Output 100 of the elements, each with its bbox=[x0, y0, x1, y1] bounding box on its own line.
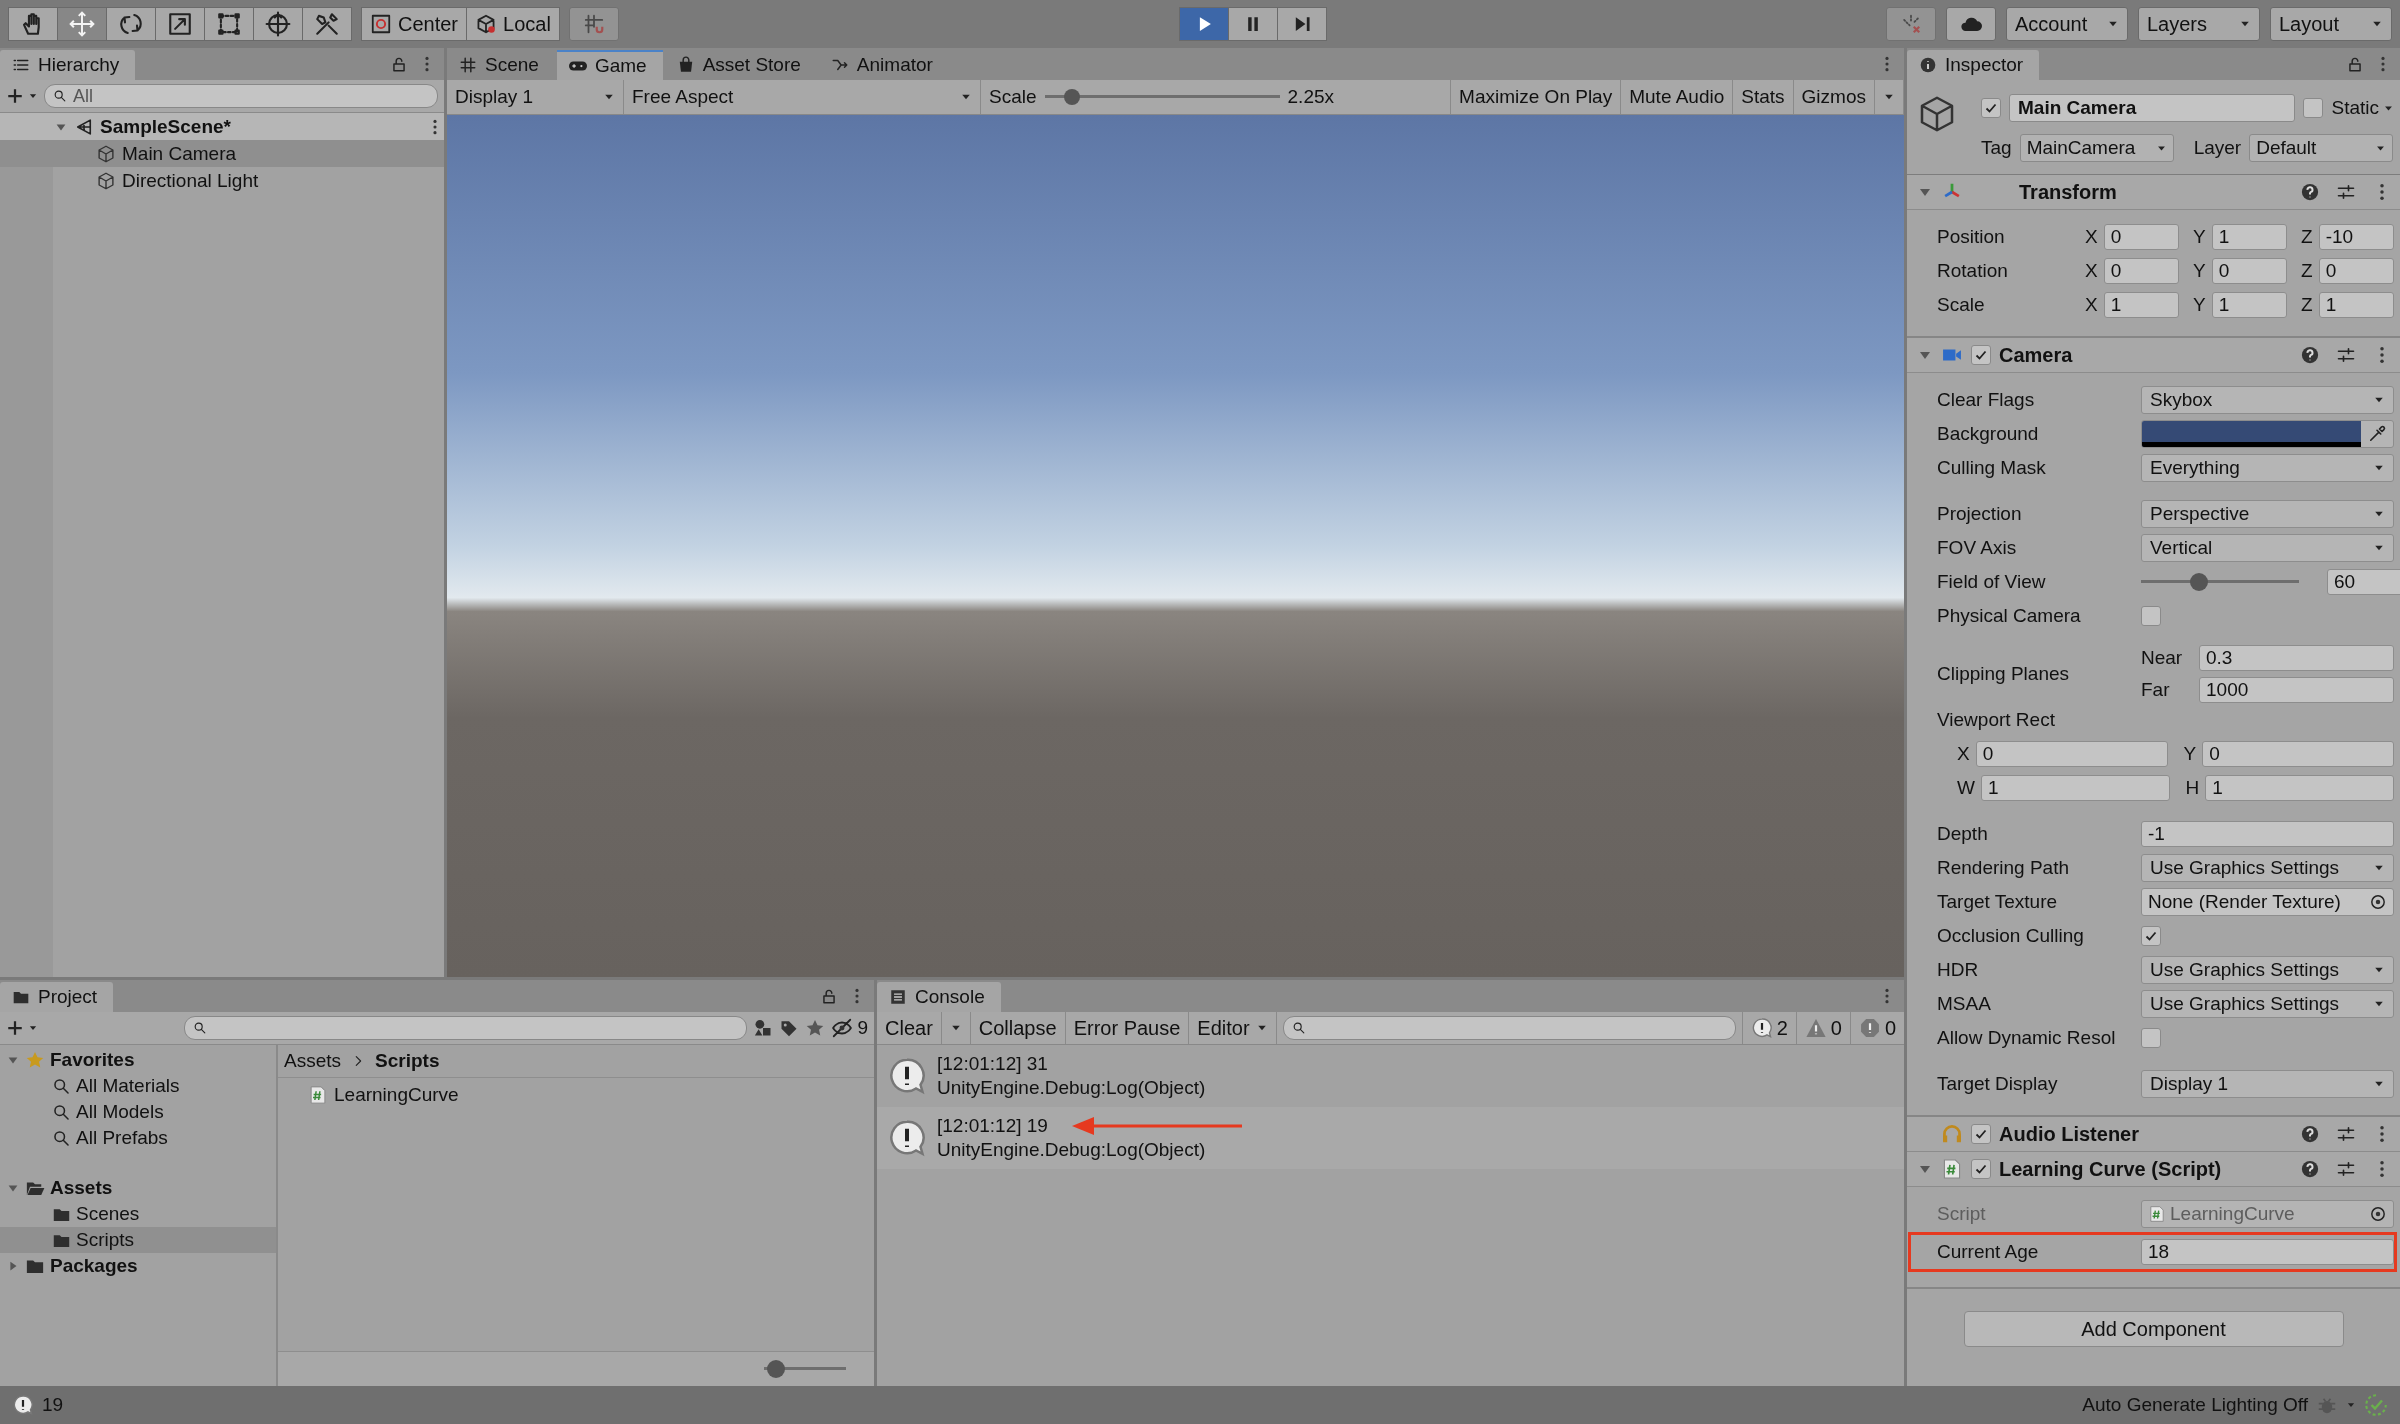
tab[interactable]: Animator bbox=[818, 50, 949, 80]
static-dropdown[interactable]: Static bbox=[2331, 97, 2394, 119]
help-icon[interactable] bbox=[2300, 1124, 2320, 1144]
lock-icon[interactable] bbox=[390, 55, 408, 73]
tool-button[interactable] bbox=[57, 7, 107, 41]
dropdown[interactable]: Vertical bbox=[2141, 534, 2394, 562]
sliders-icon[interactable] bbox=[2336, 1159, 2356, 1179]
number-field[interactable]: 0.3 bbox=[2199, 645, 2394, 671]
panel-tab[interactable]: Project bbox=[0, 982, 114, 1012]
tab[interactable]: Game bbox=[556, 50, 663, 80]
checkbox[interactable] bbox=[2141, 606, 2161, 626]
eye-slash-icon[interactable] bbox=[831, 1017, 854, 1039]
toggle-button[interactable]: Stats bbox=[1733, 80, 1794, 114]
number-field[interactable]: 1 bbox=[2205, 775, 2394, 801]
dropdown[interactable]: Skybox bbox=[2141, 386, 2394, 414]
menu-dropdown[interactable]: Account bbox=[2006, 7, 2128, 41]
panel-tab[interactable]: Hierarchy bbox=[0, 50, 136, 80]
number-field[interactable]: 0 bbox=[2103, 224, 2180, 250]
help-icon[interactable] bbox=[2300, 1159, 2320, 1179]
target-icon[interactable] bbox=[2369, 893, 2387, 911]
number-field[interactable]: 1 bbox=[1980, 775, 2170, 801]
step-button[interactable] bbox=[1276, 7, 1327, 41]
tree-item[interactable]: All Materials bbox=[0, 1073, 276, 1099]
shapes-icon[interactable] bbox=[753, 1018, 774, 1038]
number-field[interactable]: 18 bbox=[2141, 1239, 2394, 1265]
number-field[interactable]: 0 bbox=[2318, 258, 2394, 284]
tree-item[interactable]: Main Camera bbox=[0, 140, 444, 167]
number-field[interactable]: 1 bbox=[2211, 292, 2288, 318]
tree-item[interactable]: Scenes bbox=[0, 1201, 276, 1227]
star-icon[interactable] bbox=[805, 1018, 826, 1038]
menu-dropdown[interactable]: Layers bbox=[2138, 7, 2260, 41]
sliders-icon[interactable] bbox=[2336, 345, 2356, 365]
number-field[interactable]: 0 bbox=[2202, 741, 2394, 767]
tree-item[interactable]: Directional Light bbox=[0, 167, 444, 194]
toolbar-button[interactable]: Collapse bbox=[970, 1012, 1066, 1044]
gizmos-button[interactable]: Gizmos bbox=[1793, 80, 1875, 114]
help-icon[interactable] bbox=[2300, 182, 2320, 202]
enabled-checkbox[interactable] bbox=[1971, 1124, 1991, 1144]
tree-item[interactable]: All Models bbox=[0, 1099, 276, 1125]
color-field[interactable] bbox=[2141, 420, 2394, 448]
tool-button[interactable] bbox=[155, 7, 205, 41]
lock-icon[interactable] bbox=[2346, 55, 2364, 73]
toolbar-button[interactable]: Clear bbox=[877, 1012, 942, 1044]
tool-button[interactable] bbox=[204, 7, 254, 41]
search-field[interactable]: All bbox=[44, 84, 438, 108]
breadcrumb-link[interactable]: Assets bbox=[284, 1050, 342, 1072]
file-item[interactable]: LearningCurve bbox=[308, 1082, 844, 1108]
checkbox[interactable] bbox=[2141, 1028, 2161, 1048]
tool-button[interactable] bbox=[302, 7, 352, 41]
enabled-checkbox[interactable] bbox=[1971, 1159, 1991, 1179]
pivot-button[interactable]: Center bbox=[361, 7, 468, 41]
log-entry[interactable]: [12:01:12] 19 UnityEngine.Debug:Log(Object) bbox=[877, 1107, 1904, 1169]
color-swatch[interactable] bbox=[2142, 421, 2361, 447]
menu-dropdown[interactable]: Layout bbox=[2270, 7, 2392, 41]
tree-item[interactable]: Assets bbox=[0, 1175, 276, 1201]
dropdown[interactable]: Perspective bbox=[2141, 500, 2394, 528]
search-field[interactable] bbox=[184, 1016, 748, 1040]
number-field[interactable]: -10 bbox=[2318, 224, 2394, 250]
dropdown[interactable]: Use Graphics Settings bbox=[2141, 854, 2394, 882]
dropdown[interactable]: Use Graphics Settings bbox=[2141, 956, 2394, 984]
sliders-icon[interactable] bbox=[2336, 1124, 2356, 1144]
tab[interactable]: Scene bbox=[447, 50, 555, 80]
pause-button[interactable] bbox=[1227, 7, 1278, 41]
tool-button[interactable] bbox=[106, 7, 156, 41]
toolbar-button[interactable]: Editor bbox=[1189, 1012, 1277, 1044]
count-toggle[interactable]: 0 bbox=[1795, 1012, 1850, 1044]
static-checkbox[interactable] bbox=[2303, 98, 2324, 118]
panel-tab[interactable]: Console bbox=[877, 982, 1001, 1012]
number-field[interactable]: 0 bbox=[1975, 741, 2168, 767]
tree-item[interactable]: All Prefabs bbox=[0, 1125, 276, 1151]
number-field[interactable]: 1 bbox=[2318, 292, 2394, 318]
number-field[interactable]: -1 bbox=[2141, 821, 2394, 847]
tool-button[interactable] bbox=[253, 7, 303, 41]
tree-item[interactable]: Favorites bbox=[0, 1047, 276, 1073]
tool-button[interactable] bbox=[8, 7, 58, 41]
toggle-button[interactable]: Maximize On Play bbox=[1451, 80, 1622, 114]
help-icon[interactable] bbox=[2300, 345, 2320, 365]
slider-thumb[interactable] bbox=[767, 1360, 786, 1378]
count-toggle[interactable]: 2 bbox=[1741, 1012, 1796, 1044]
tree-item[interactable]: Packages bbox=[0, 1253, 276, 1279]
dropdown[interactable]: Display 1 bbox=[2141, 1070, 2394, 1098]
toolbar-button[interactable]: Error Pause bbox=[1065, 1012, 1190, 1044]
tree-item[interactable]: Scripts bbox=[0, 1227, 276, 1253]
breadcrumb-link[interactable]: Scripts bbox=[375, 1050, 440, 1072]
sliders-icon[interactable] bbox=[2336, 182, 2356, 202]
cloud-button[interactable] bbox=[1946, 7, 1996, 41]
dropdown[interactable]: Use Graphics Settings bbox=[2141, 990, 2394, 1018]
log-entry[interactable]: [12:01:12] 31 UnityEngine.Debug:Log(Object) bbox=[877, 1045, 1904, 1107]
panel-tab[interactable]: Inspector bbox=[1907, 50, 2040, 80]
checkbox[interactable] bbox=[2141, 926, 2161, 946]
scene-row[interactable]: SampleScene* bbox=[0, 113, 444, 140]
search-field[interactable] bbox=[1282, 1016, 1736, 1040]
display-dropdown[interactable]: Display 1 bbox=[447, 80, 624, 114]
toggle-button[interactable]: Mute Audio bbox=[1621, 80, 1734, 114]
play-button[interactable] bbox=[1178, 7, 1229, 41]
number-field[interactable]: 60 bbox=[2327, 569, 2400, 595]
add-button[interactable] bbox=[6, 87, 38, 105]
number-field[interactable]: 0 bbox=[2211, 258, 2288, 284]
slider-thumb[interactable] bbox=[2190, 573, 2208, 591]
tag-dropdown[interactable]: MainCamera bbox=[2019, 134, 2174, 162]
